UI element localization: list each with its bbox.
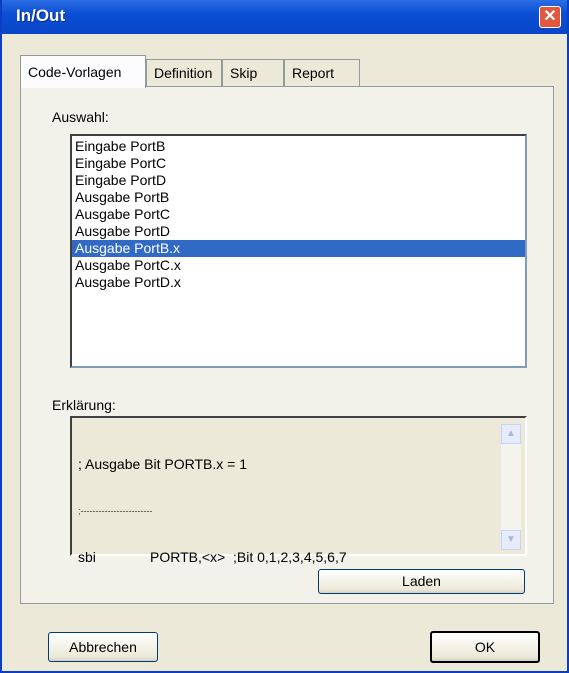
explanation-label: Erklärung: [52,397,116,413]
cancel-button[interactable]: Abbrechen [48,632,158,662]
explanation-textarea[interactable]: ; Ausgabe Bit PORTB.x = 1 ;-------------… [70,416,527,565]
tab-code-vorlagen[interactable]: Code-Vorlagen [20,55,146,88]
vertical-scrollbar[interactable]: ▲ ▼ [501,424,521,550]
selection-label: Auswahl: [52,109,109,125]
scroll-down-icon[interactable]: ▼ [501,530,521,550]
list-item[interactable]: Ausgabe PortC.x [72,257,525,274]
explanation-text: ; Ausgabe Bit PORTB.x = 1 ;-------------… [78,422,347,600]
ok-button[interactable]: OK [430,631,540,663]
tab-report[interactable]: Report [284,59,360,86]
list-item[interactable]: Eingabe PortB [72,138,525,155]
explanation-separator: ;------------------------ [78,506,153,516]
title-bar: In/Out ✕ [2,0,567,34]
tab-skip[interactable]: Skip [222,59,284,86]
template-listbox[interactable]: Eingabe PortB Eingabe PortC Eingabe Port… [70,134,527,368]
list-item-selected[interactable]: Ausgabe PortB.x [72,240,525,257]
close-button[interactable]: ✕ [539,6,561,28]
window-title: In/Out [16,6,66,25]
load-button[interactable]: Laden [318,569,525,594]
operands: PORTB,<x> ;Bit 0,1,2,3,4,5,6,7 [150,549,347,565]
list-item[interactable]: Eingabe PortC [72,155,525,172]
mnemonic: sbi [78,549,96,565]
explanation-line-3: sbi PORTB,<x> ;Bit 0,1,2,3,4,5,6,7 [78,549,347,566]
in-out-dialog: In/Out ✕ Code-Vorlagen Definition Skip R… [0,0,569,673]
list-item[interactable]: Ausgabe PortC [72,206,525,223]
tab-definition[interactable]: Definition [146,59,222,86]
scroll-up-icon[interactable]: ▲ [501,424,521,444]
list-item[interactable]: Ausgabe PortB [72,189,525,206]
list-item[interactable]: Ausgabe PortD.x [72,274,525,291]
list-item[interactable]: Ausgabe PortD [72,223,525,240]
list-items: Eingabe PortB Eingabe PortC Eingabe Port… [72,136,525,291]
list-item[interactable]: Eingabe PortD [72,172,525,189]
explanation-line-1: ; Ausgabe Bit PORTB.x = 1 [78,456,247,472]
